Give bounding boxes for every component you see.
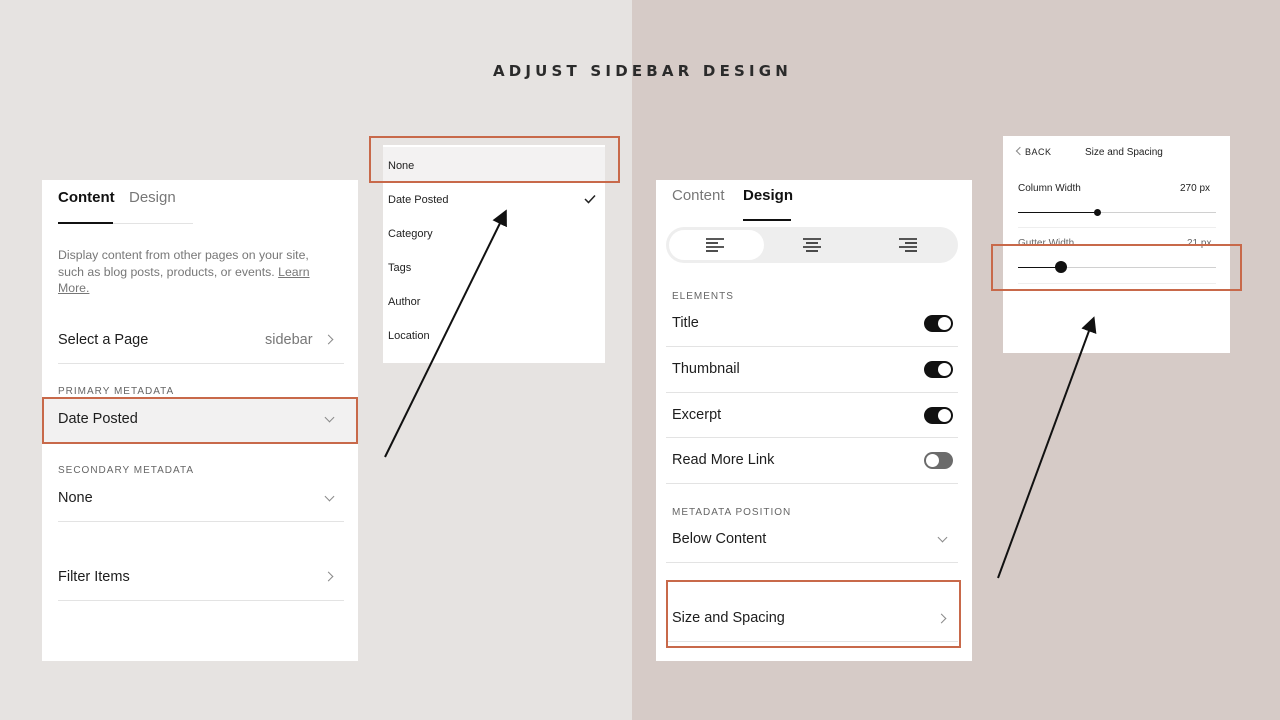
arrow-to-size-panel-icon: [997, 316, 1097, 579]
